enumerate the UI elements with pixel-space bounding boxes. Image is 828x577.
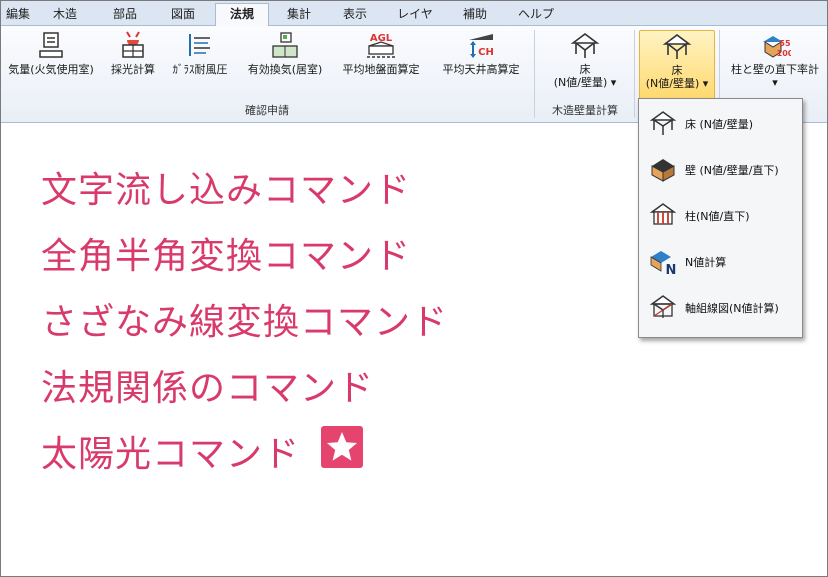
effective-ventilation-button[interactable]: 有効換気(居室)	[239, 30, 331, 76]
menu-item-frame-diagram[interactable]: 軸組線図(N値計算)	[645, 289, 795, 325]
svg-text:N: N	[666, 263, 677, 275]
daylight-icon	[122, 31, 144, 58]
menu-item-floor[interactable]: 床 (N値/壁量)	[645, 105, 795, 141]
column-house-icon	[649, 203, 677, 225]
ventilation-fire-room-label: 気量(火気使用室)	[8, 63, 94, 76]
star-badge	[321, 426, 363, 468]
ventilation-fire-room-button[interactable]: 気量(火気使用室)	[1, 30, 101, 76]
tab-help[interactable]: ヘルプ	[511, 4, 561, 24]
avg-ceiling-height-button[interactable]: CH 平均天井高算定	[431, 30, 531, 76]
effective-ventilation-label: 有効換気(居室)	[247, 63, 323, 76]
svg-text:CH: CH	[478, 47, 494, 58]
tab-assist[interactable]: 補助	[453, 4, 497, 24]
column-wall-ratio-button[interactable]: 55 100 柱と壁の直下率計 ▾	[723, 30, 827, 89]
avg-ground-level-label: 平均地盤面算定	[342, 63, 420, 76]
tab-edit[interactable]: 編集	[1, 4, 35, 24]
tab-wood[interactable]: 木造	[45, 4, 85, 24]
floor-house-icon	[570, 33, 600, 58]
agl-icon: AGL	[367, 33, 395, 58]
avg-ground-level-button[interactable]: AGL 平均地盤面算定	[333, 30, 429, 76]
menu-item-floor-label: 床 (N値/壁量)	[685, 118, 754, 131]
floor-house-icon	[649, 111, 677, 135]
tab-totals[interactable]: 集計	[279, 4, 319, 24]
group-divider	[534, 30, 535, 118]
ventilation-icon	[39, 32, 63, 58]
n-value-icon: N	[650, 251, 677, 275]
group-divider	[634, 30, 635, 118]
glass-wind-pressure-button[interactable]: ｶﾞﾗｽ耐風圧	[163, 30, 237, 76]
dropdown-arrow-icon: ▾	[699, 77, 709, 90]
ribbon-tab-bar: 編集 木造 部品 図面 法規 集計 表示 レイヤ 補助 ヘルプ	[1, 1, 827, 27]
column-wall-ratio-label: 柱と壁の直下率計	[731, 63, 819, 76]
tab-law[interactable]: 法規	[215, 3, 269, 27]
menu-item-column[interactable]: 柱(N値/直下)	[645, 197, 795, 233]
dropdown-arrow-icon: ▾	[607, 76, 617, 89]
tab-layer[interactable]: レイヤ	[393, 4, 437, 24]
floor-nvalue-dropdown-button[interactable]: 床 (N値/壁量) ▾	[639, 30, 715, 102]
floor-nvalue-dropdown-line2: (N値/壁量) ▾	[645, 77, 709, 90]
svg-text:100: 100	[777, 49, 791, 58]
menu-item-wall-label: 壁 (N値/壁量/直下)	[685, 164, 779, 177]
daylight-calc-label: 採光計算	[111, 63, 155, 76]
menu-item-wall[interactable]: 壁 (N値/壁量/直下)	[645, 151, 795, 187]
daylight-calc-button[interactable]: 採光計算	[105, 30, 161, 76]
glass-wind-pressure-label: ｶﾞﾗｽ耐風圧	[172, 63, 228, 76]
command-line-solar: 太陽光コマンド	[41, 434, 301, 475]
tab-drawing[interactable]: 図面	[163, 4, 203, 24]
svg-text:55: 55	[779, 39, 791, 48]
command-line-text-flow: 文字流し込みコマンド	[41, 170, 412, 211]
menu-item-frame-diagram-label: 軸組線図(N値計算)	[685, 302, 779, 315]
floor-house-icon	[662, 34, 692, 59]
floor-nvalue-label-line2: (N値/壁量) ▾	[553, 76, 617, 89]
tab-view[interactable]: 表示	[335, 4, 375, 24]
room-ventilation-icon	[272, 32, 298, 58]
group-label-wood-wall: 木造壁量計算	[552, 104, 618, 117]
command-line-law: 法規関係のコマンド	[41, 368, 375, 409]
floor-nvalue-dropdown-menu: 床 (N値/壁量) 壁 (N値/壁量/直下) 柱(N値/直下) N N値計算 軸…	[638, 98, 803, 338]
menu-item-n-value[interactable]: N N値計算	[645, 243, 795, 279]
menu-item-n-value-label: N値計算	[685, 256, 727, 269]
tab-parts[interactable]: 部品	[105, 4, 145, 24]
direct-ratio-icon: 55 100	[763, 36, 791, 58]
ch-icon: CH	[469, 34, 494, 58]
dropdown-arrow-icon: ▾	[772, 76, 778, 89]
star-icon	[327, 432, 357, 461]
floor-nvalue-button-main[interactable]: 床 (N値/壁量) ▾	[543, 30, 627, 89]
glass-wind-icon	[189, 34, 210, 56]
floor-nvalue-dropdown-line1: 床	[671, 64, 683, 77]
avg-ceiling-height-label: 平均天井高算定	[442, 63, 520, 76]
frame-diagram-icon	[649, 295, 677, 318]
command-line-width-convert: 全角半角変換コマンド	[41, 236, 412, 277]
menu-item-column-label: 柱(N値/直下)	[685, 210, 750, 223]
app-window: 編集 木造 部品 図面 法規 集計 表示 レイヤ 補助 ヘルプ 気量(火気使用室…	[0, 0, 828, 577]
group-label-application: 確認申請	[245, 104, 289, 117]
floor-nvalue-label-line1: 床	[579, 63, 591, 76]
command-line-wave-line: さざなみ線変換コマンド	[41, 302, 449, 343]
wall-house-icon	[651, 159, 675, 182]
